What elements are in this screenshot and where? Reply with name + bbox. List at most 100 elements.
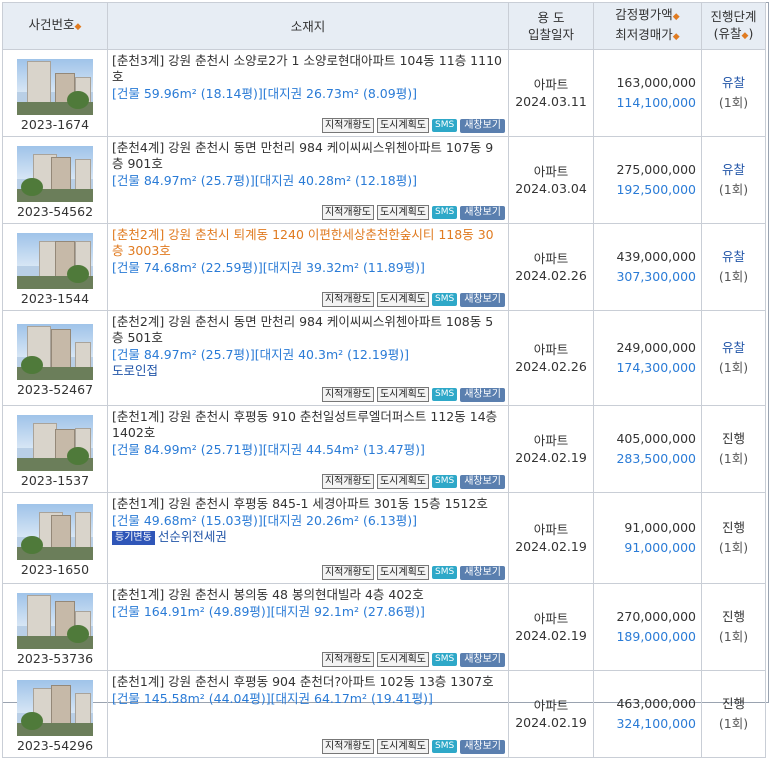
price-cell: 270,000,000 189,000,000 [593,583,702,671]
header-case-no[interactable]: 사건번호◆ [2,2,108,50]
case-cell[interactable]: 2023-54562 [2,136,108,224]
property-note: 선순위전세권 [157,529,227,544]
cadastral-map-button[interactable]: 지적개황도 [321,474,374,489]
sms-button[interactable]: SMS [431,475,458,488]
property-photo[interactable] [17,503,93,560]
case-number[interactable]: 2023-54562 [3,204,107,219]
table-row[interactable]: 2023-54296 [춘천1계] 강원 춘천시 후평동 904 춘천더?아파트… [2,670,766,758]
case-number[interactable]: 2023-1650 [3,562,107,577]
new-window-button[interactable]: 새창보기 [460,118,505,133]
case-number[interactable]: 2023-53736 [3,651,107,666]
property-area: [건물 84.99m² (25.71평)][대지권 44.54m² (13.47… [112,442,425,457]
new-window-button[interactable]: 새창보기 [460,292,505,307]
table-row[interactable]: 2023-54562 [춘천4계] 강원 춘천시 동면 만천리 984 케이씨씨… [2,136,766,224]
sort-icon[interactable]: ◆ [673,32,680,42]
city-plan-button[interactable]: 도시계획도 [376,292,429,307]
table-row[interactable]: 2023-1650 [춘천1계] 강원 춘천시 후평동 845-1 세경아파트 … [2,492,766,584]
case-number[interactable]: 2023-54296 [3,738,107,753]
cadastral-map-button[interactable]: 지적개황도 [321,652,374,667]
cadastral-map-button[interactable]: 지적개황도 [321,565,374,580]
status-cell: 유찰 (1회) [701,136,766,224]
use-date-cell: 아파트 2024.02.19 [508,405,594,493]
property-area: [건물 145.58m² (44.04평)][대지권 64.17m² (19.4… [112,691,433,706]
city-plan-button[interactable]: 도시계획도 [376,565,429,580]
city-plan-button[interactable]: 도시계획도 [376,118,429,133]
sms-button[interactable]: SMS [431,206,458,219]
bid-date: 2024.03.11 [515,94,587,109]
property-address[interactable]: [춘천1계] 강원 춘천시 후평동 904 춘천더?아파트 102동 13층 1… [112,674,504,690]
property-photo[interactable] [17,323,93,380]
cadastral-map-button[interactable]: 지적개황도 [321,205,374,220]
new-window-button[interactable]: 새창보기 [460,474,505,489]
property-address[interactable]: [춘천1계] 강원 춘천시 후평동 845-1 세경아파트 301동 15층 1… [112,496,504,512]
new-window-button[interactable]: 새창보기 [460,205,505,220]
city-plan-button[interactable]: 도시계획도 [376,205,429,220]
property-address[interactable]: [춘천1계] 강원 춘천시 봉의동 48 봉의현대빌라 4층 402호 [112,587,504,603]
cadastral-map-button[interactable]: 지적개황도 [321,118,374,133]
new-window-button[interactable]: 새창보기 [460,739,505,754]
property-address[interactable]: [춘천3계] 강원 춘천시 소양로2가 1 소양로현대아파트 104동 11층 … [112,53,504,85]
city-plan-button[interactable]: 도시계획도 [376,739,429,754]
sms-button[interactable]: SMS [431,740,458,753]
sms-button[interactable]: SMS [431,388,458,401]
bid-date: 2024.02.26 [515,268,587,283]
table-row[interactable]: 2023-1537 [춘천1계] 강원 춘천시 후평동 910 춘천일성트루엘더… [2,405,766,493]
property-photo[interactable] [17,232,93,289]
property-photo[interactable] [17,145,93,202]
appraisal-price: 249,000,000 [616,340,696,355]
property-photo[interactable] [17,679,93,736]
property-use: 아파트 [533,77,569,92]
auction-status: 유찰 [721,249,745,264]
minimum-price: 283,500,000 [616,451,696,466]
case-cell[interactable]: 2023-53736 [2,583,108,671]
city-plan-button[interactable]: 도시계획도 [376,652,429,667]
sort-icon[interactable]: ◆ [75,22,82,32]
location-cell: [춘천1계] 강원 춘천시 후평동 910 춘천일성트루엘더퍼스트 112동 1… [107,405,509,493]
sms-button[interactable]: SMS [431,119,458,132]
bid-date: 2024.02.19 [515,539,587,554]
case-cell[interactable]: 2023-52467 [2,310,108,406]
price-cell: 463,000,000 324,100,000 [593,670,702,758]
case-number[interactable]: 2023-1537 [3,473,107,488]
property-address[interactable]: [춘천2계] 강원 춘천시 퇴계동 1240 이편한세상춘천한숲시티 118동 … [112,227,504,259]
bid-date: 2024.02.26 [515,359,587,374]
case-number[interactable]: 2023-1674 [3,117,107,132]
sms-button[interactable]: SMS [431,566,458,579]
case-cell[interactable]: 2023-1674 [2,49,108,137]
case-number[interactable]: 2023-52467 [3,382,107,397]
table-row[interactable]: 2023-1674 [춘천3계] 강원 춘천시 소양로2가 1 소양로현대아파트… [2,49,766,137]
sms-button[interactable]: SMS [431,653,458,666]
cadastral-map-button[interactable]: 지적개황도 [321,387,374,402]
table-row[interactable]: 2023-1544 [춘천2계] 강원 춘천시 퇴계동 1240 이편한세상춘천… [2,223,766,311]
new-window-button[interactable]: 새창보기 [460,387,505,402]
case-number[interactable]: 2023-1544 [3,291,107,306]
city-plan-button[interactable]: 도시계획도 [376,474,429,489]
table-row[interactable]: 2023-52467 [춘천2계] 강원 춘천시 동면 만천리 984 케이씨씨… [2,310,766,406]
new-window-button[interactable]: 새창보기 [460,565,505,580]
property-address[interactable]: [춘천1계] 강원 춘천시 후평동 910 춘천일성트루엘더퍼스트 112동 1… [112,409,504,441]
case-cell[interactable]: 2023-54296 [2,670,108,758]
cadastral-map-button[interactable]: 지적개황도 [321,739,374,754]
status-cell: 진행 (1회) [701,670,766,758]
failed-count: (1회) [718,540,749,555]
property-photo[interactable] [17,58,93,115]
price-cell: 439,000,000 307,300,000 [593,223,702,311]
new-window-button[interactable]: 새창보기 [460,652,505,667]
header-price[interactable]: 감정평가액◆ 최저경매가◆ [593,2,702,50]
table-row[interactable]: 2023-53736 [춘천1계] 강원 춘천시 봉의동 48 봉의현대빌라 4… [2,583,766,671]
property-use: 아파트 [533,251,569,266]
property-address[interactable]: [춘천2계] 강원 춘천시 동면 만천리 984 케이씨씨스위첸아파트 108동… [112,314,504,346]
city-plan-button[interactable]: 도시계획도 [376,387,429,402]
case-cell[interactable]: 2023-1544 [2,223,108,311]
property-photo[interactable] [17,592,93,649]
property-photo[interactable] [17,414,93,471]
sort-icon[interactable]: ◆ [673,12,680,22]
case-cell[interactable]: 2023-1537 [2,405,108,493]
minimum-price: 174,300,000 [616,360,696,375]
cadastral-map-button[interactable]: 지적개황도 [321,292,374,307]
sms-button[interactable]: SMS [431,293,458,306]
header-status[interactable]: 진행단계 (유찰◆) [701,2,766,50]
case-cell[interactable]: 2023-1650 [2,492,108,584]
appraisal-price: 405,000,000 [616,431,696,446]
property-address[interactable]: [춘천4계] 강원 춘천시 동면 만천리 984 케이씨씨스위첸아파트 107동… [112,140,504,172]
